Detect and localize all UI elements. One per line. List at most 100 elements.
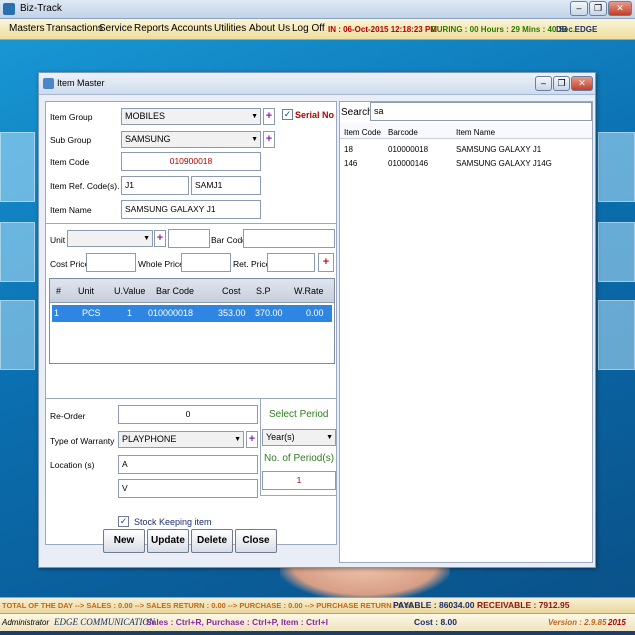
database-name: DB : EDGE <box>556 25 598 34</box>
location-field-2[interactable]: V <box>118 479 258 498</box>
item-ref-field-1[interactable]: J1 <box>121 176 189 195</box>
dialog-maximize-icon[interactable]: ❐ <box>553 76 570 91</box>
reorder-label: Re-Order <box>50 411 86 421</box>
bar-code-field[interactable] <box>243 229 335 248</box>
sub-group-select[interactable]: SAMSUNG ▼ <box>121 131 261 148</box>
item-master-dialog: Item Master – ❐ ✕ Item Group MOBILES ▼ +… <box>38 72 596 568</box>
unit-label: Unit <box>50 235 66 245</box>
result-item-code: 146 <box>344 159 358 168</box>
location-label: Location (s) <box>50 460 95 470</box>
serial-no-label: Serial No <box>295 110 335 120</box>
add-price-button[interactable]: + <box>318 253 334 272</box>
ret-price-label: Ret. Price <box>233 259 271 269</box>
item-form-panel: Item Group MOBILES ▼ + ✓ Serial No Sub G… <box>45 101 337 545</box>
add-item-group-button[interactable]: + <box>263 108 275 125</box>
dialog-title-bar: Item Master – ❐ ✕ <box>39 73 595 95</box>
cost-price-field[interactable] <box>86 253 136 272</box>
close-icon[interactable]: ✕ <box>608 1 632 16</box>
grid-cell-sp: 370.00 <box>255 308 283 318</box>
result-header-barcode: Barcode <box>388 128 418 137</box>
grid-header-index: # <box>56 286 62 296</box>
ret-price-field[interactable] <box>267 253 315 272</box>
grid-cell-wrate: 0.00 <box>306 308 324 318</box>
chevron-down-icon: ▼ <box>251 113 258 120</box>
dialog-close-icon[interactable]: ✕ <box>571 76 593 91</box>
menu-log-off[interactable]: Log Off <box>292 23 325 34</box>
serial-no-checkbox[interactable]: ✓ <box>282 109 293 120</box>
status-cost: Cost : 8.00 <box>414 617 457 627</box>
table-row[interactable]: 18 010000018 SAMSUNG GALAXY J1 <box>340 143 592 156</box>
app-title-bar: Biz-Track – ❐ ✕ <box>0 0 635 19</box>
grid-header-wrate: W.Rate <box>294 286 324 296</box>
menu-service[interactable]: Service <box>99 23 132 34</box>
grid-cell-uvalue: 1 <box>127 308 133 318</box>
status-company: EDGE COMMUNICATION <box>54 617 155 627</box>
reorder-field[interactable]: 0 <box>118 405 258 424</box>
background-panel <box>598 132 635 202</box>
result-item-name: SAMSUNG GALAXY J14G <box>456 159 552 168</box>
bar-code-label: Bar Code <box>211 235 247 245</box>
status-user: Administrator <box>2 618 50 627</box>
delete-button[interactable]: Delete <box>191 529 233 553</box>
menu-accounts[interactable]: Accounts <box>171 23 212 34</box>
no-period-label: No. of Period(s) <box>264 453 335 464</box>
search-input[interactable]: sa <box>370 102 592 121</box>
separator-line <box>46 223 336 224</box>
period-select[interactable]: Year(s) ▼ <box>262 429 336 446</box>
menu-utilities[interactable]: Utilities <box>214 23 246 34</box>
grid-header-unit: Unit <box>78 286 95 296</box>
background-panel <box>0 132 35 202</box>
item-group-select[interactable]: MOBILES ▼ <box>121 108 261 125</box>
update-button[interactable]: Update <box>147 529 189 553</box>
warranty-select[interactable]: PLAYPHONE ▼ <box>118 431 244 448</box>
grid-header-sp: S.P <box>256 286 271 296</box>
period-value: Year(s) <box>266 432 295 442</box>
day-totals-text: TOTAL OF THE DAY --> SALES : 0.00 --> SA… <box>2 601 413 610</box>
close-button[interactable]: Close <box>235 529 277 553</box>
add-warranty-button[interactable]: + <box>246 431 258 448</box>
session-in-time: IN : 06-Oct-2015 12:18:23 PM <box>328 25 437 34</box>
background-panel <box>598 222 635 282</box>
session-duration: DURING : 00 Hours : 29 Mins : 40 Sec. <box>431 25 576 34</box>
new-button[interactable]: New <box>103 529 145 553</box>
minimize-icon[interactable]: – <box>570 1 588 16</box>
location-field-1[interactable]: A <box>118 455 258 474</box>
unit-select[interactable]: ▼ <box>67 230 153 247</box>
menu-transactions[interactable]: Transactions <box>46 23 103 34</box>
grid-header: # Unit U.Value Bar Code Cost S.P W.Rate <box>50 279 334 303</box>
app-logo-icon <box>3 3 15 15</box>
item-ref-field-2[interactable]: SAMJ1 <box>191 176 261 195</box>
item-name-field[interactable]: SAMSUNG GALAXY J1 <box>121 200 261 219</box>
menu-masters[interactable]: Masters <box>9 23 45 34</box>
add-sub-group-button[interactable]: + <box>263 131 275 148</box>
sub-group-value: SAMSUNG <box>125 134 171 144</box>
warranty-value: PLAYPHONE <box>122 434 177 444</box>
dialog-icon <box>43 78 54 89</box>
dialog-minimize-icon[interactable]: – <box>535 76 552 91</box>
unit-value-field[interactable] <box>168 229 210 248</box>
payable-text: PAYABLE : 86034.00 <box>393 600 475 610</box>
stock-keeping-label: Stock Keeping item <box>134 517 212 527</box>
maximize-icon[interactable]: ❐ <box>589 1 607 16</box>
chevron-down-icon: ▼ <box>234 436 241 443</box>
select-period-label: Select Period <box>269 409 329 420</box>
chevron-down-icon: ▼ <box>326 434 333 441</box>
table-row[interactable]: 1 PCS 1 010000018 353.00 370.00 0.00 <box>52 305 332 322</box>
result-header-item-name: Item Name <box>456 128 496 137</box>
grid-cell-index: 1 <box>54 308 60 318</box>
grid-header-barcode: Bar Code <box>156 286 195 296</box>
status-bar: Administrator EDGE COMMUNICATION Sales :… <box>0 613 635 631</box>
table-row[interactable]: 146 010000146 SAMSUNG GALAXY J14G <box>340 157 592 170</box>
chevron-down-icon: ▼ <box>251 136 258 143</box>
menu-reports[interactable]: Reports <box>134 23 169 34</box>
receivable-text: RECEIVABLE : 7912.95 <box>477 600 570 610</box>
item-code-field[interactable]: 010900018 <box>121 152 261 171</box>
warranty-label: Type of Warranty <box>50 436 115 446</box>
add-unit-button[interactable]: + <box>154 230 166 247</box>
result-item-code: 18 <box>344 145 353 154</box>
menu-about-us[interactable]: About Us <box>249 23 290 34</box>
no-period-field[interactable]: 1 <box>262 471 336 490</box>
stock-keeping-checkbox[interactable]: ✓ <box>118 516 129 527</box>
whole-price-field[interactable] <box>181 253 231 272</box>
grid-cell-unit: PCS <box>82 308 101 318</box>
